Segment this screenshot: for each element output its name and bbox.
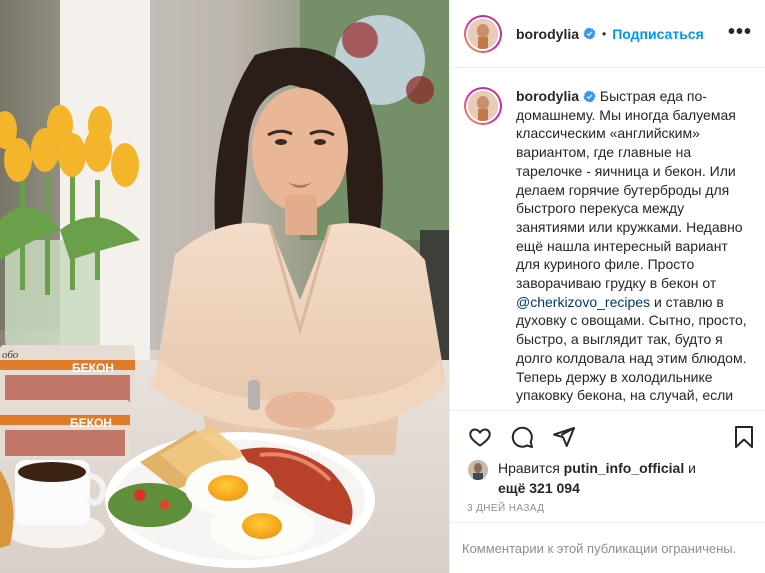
- caption-section: borodylia Быстрая еда по-домашнему. Мы и…: [450, 69, 765, 410]
- likes-summary: Нравится putin_info_official и ещё 321 0…: [468, 458, 758, 498]
- post-timestamp[interactable]: 3 дней назад: [467, 503, 544, 514]
- likes-count-link[interactable]: ещё 321 094: [498, 480, 580, 496]
- mention-link[interactable]: @cherkizovo_recipes: [516, 294, 650, 310]
- liker-username[interactable]: putin_info_official: [564, 460, 685, 476]
- action-bar: [450, 410, 765, 462]
- caption-text: borodylia Быстрая еда по-домашнему. Мы и…: [516, 87, 752, 410]
- caption-avatar-image: [468, 91, 498, 121]
- caption-verified-icon: [583, 90, 596, 103]
- paper-plane-icon[interactable]: [552, 425, 576, 449]
- caption-body-start: Быстрая еда по-домашнему. Мы иногда балу…: [516, 88, 743, 292]
- caption-username[interactable]: borodylia: [516, 88, 579, 104]
- post-photo[interactable]: БЕКОН обо БЕКОН: [0, 0, 449, 573]
- comment-bubble-icon[interactable]: [510, 425, 534, 449]
- package-label-1: БЕКОН: [72, 361, 114, 375]
- avatar[interactable]: [464, 14, 502, 53]
- likes-text: Нравится putin_info_official и ещё 321 0…: [498, 458, 758, 498]
- header-separator: •: [602, 26, 607, 41]
- more-options-icon[interactable]: •••: [728, 22, 752, 42]
- follow-button[interactable]: Подписаться: [612, 26, 704, 42]
- likes-joiner: и: [688, 460, 696, 476]
- avatar-image: [468, 18, 498, 49]
- likes-prefix: Нравится: [498, 460, 560, 476]
- verified-badge-icon: [583, 27, 596, 40]
- post-header: borodylia • Подписаться •••: [450, 0, 765, 68]
- package-label-2: БЕКОН: [70, 416, 112, 430]
- username-link[interactable]: borodylia: [516, 26, 579, 42]
- caption-avatar[interactable]: [464, 87, 502, 125]
- bookmark-icon[interactable]: [732, 425, 756, 449]
- caption-body-end: и ставлю в духовку с овощами. Сытно, про…: [516, 293, 747, 410]
- post-side-panel: borodylia • Подписаться ••• borodylia Бы…: [449, 0, 765, 573]
- comments-restricted-notice: Комментарии к этой публикации ограничены…: [450, 522, 765, 573]
- liker-avatar[interactable]: [468, 460, 488, 480]
- heart-icon[interactable]: [468, 425, 492, 449]
- photo-illustration: БЕКОН обо БЕКОН: [0, 0, 449, 573]
- package-brand: обо: [2, 349, 19, 361]
